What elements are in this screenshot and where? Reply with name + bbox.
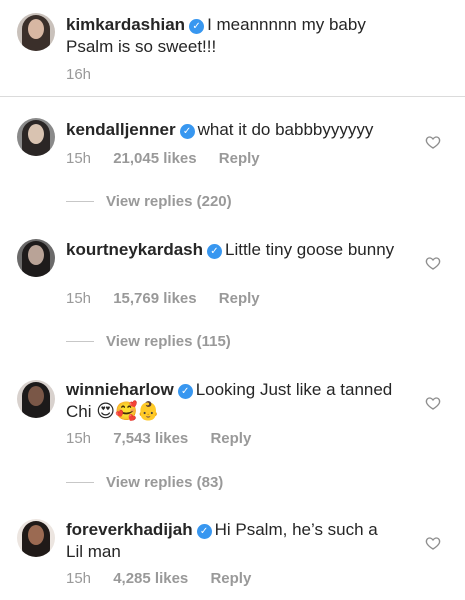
avatar[interactable] xyxy=(17,13,55,51)
verified-check-icon: ✓ xyxy=(207,244,222,259)
reply-button[interactable]: Reply xyxy=(210,570,251,587)
likes-count[interactable]: 15,769 likes xyxy=(113,290,196,307)
replies-line xyxy=(66,482,94,483)
comment-username[interactable]: foreverkhadijah xyxy=(66,520,193,539)
view-replies-button[interactable]: View replies (115) xyxy=(66,333,231,350)
view-replies-label: View replies (220) xyxy=(106,193,232,210)
comment-meta: 15h 4,285 likes Reply xyxy=(66,570,269,587)
caption-text: kimkardashian ✓ I meannnnn my baby Psalm i… xyxy=(66,14,396,58)
comment-meta: 15h 7,543 likes Reply xyxy=(66,430,269,447)
likes-count[interactable]: 21,045 likes xyxy=(113,150,196,167)
timestamp: 15h xyxy=(66,430,92,447)
comment-text: winnieharlow ✓ Looking Just like a tanned … xyxy=(66,379,396,423)
replies-line xyxy=(66,201,94,202)
view-replies-button[interactable]: View replies (220) xyxy=(66,193,232,210)
comment-text: kendalljenner ✓ what it do babbbyyyyyy xyxy=(66,119,396,141)
caption-username[interactable]: kimkardashian xyxy=(66,15,185,34)
heart-outline-icon[interactable] xyxy=(425,134,441,150)
timestamp: 16h xyxy=(66,66,92,83)
heart-outline-icon[interactable] xyxy=(425,535,441,551)
reply-button[interactable]: Reply xyxy=(219,150,260,167)
likes-count[interactable]: 7,543 likes xyxy=(113,430,188,447)
view-replies-label: View replies (83) xyxy=(106,474,224,491)
heart-outline-icon[interactable] xyxy=(425,255,441,271)
verified-check-icon: ✓ xyxy=(177,384,193,399)
caption-meta: 16h xyxy=(66,66,109,83)
view-replies-button[interactable]: View replies (83) xyxy=(66,474,223,491)
replies-line xyxy=(66,341,94,342)
post-caption: kimkardashian ✓ I meannnnn my baby Psalm i… xyxy=(0,0,465,92)
divider xyxy=(0,96,465,97)
comment-meta: 15h 21,045 likes Reply xyxy=(66,150,278,167)
verified-check-icon: ✓ xyxy=(179,124,195,139)
comment-username[interactable]: winnieharlow xyxy=(66,380,174,399)
heart-outline-icon[interactable] xyxy=(425,395,441,411)
comment-text: kourtneykardash ✓ Little tiny goose bunny xyxy=(66,239,396,261)
comment-text: foreverkhadijah ✓ Hi Psalm, he’s such a Li… xyxy=(66,519,396,563)
reply-button[interactable]: Reply xyxy=(219,290,260,307)
comment-body: Little tiny goose bunny xyxy=(225,240,395,259)
verified-check-icon: ✓ xyxy=(196,524,212,539)
likes-count[interactable]: 4,285 likes xyxy=(113,570,188,587)
avatar[interactable] xyxy=(17,118,55,156)
avatar[interactable] xyxy=(17,519,55,557)
comment-meta: 15h 15,769 likes Reply xyxy=(66,290,278,307)
verified-check-icon: ✓ xyxy=(189,19,205,34)
avatar[interactable] xyxy=(17,239,55,277)
timestamp: 15h xyxy=(66,150,92,167)
emoji-group: 😍🥰👶 xyxy=(96,401,160,422)
timestamp: 15h xyxy=(66,290,92,307)
avatar[interactable] xyxy=(17,380,55,418)
comment-body: what it do babbbyyyyyy xyxy=(197,120,374,139)
view-replies-label: View replies (115) xyxy=(106,333,231,350)
reply-button[interactable]: Reply xyxy=(210,430,251,447)
comment-username[interactable]: kourtneykardash xyxy=(66,240,203,259)
comment-username[interactable]: kendalljenner xyxy=(66,120,176,139)
timestamp: 15h xyxy=(66,570,92,587)
